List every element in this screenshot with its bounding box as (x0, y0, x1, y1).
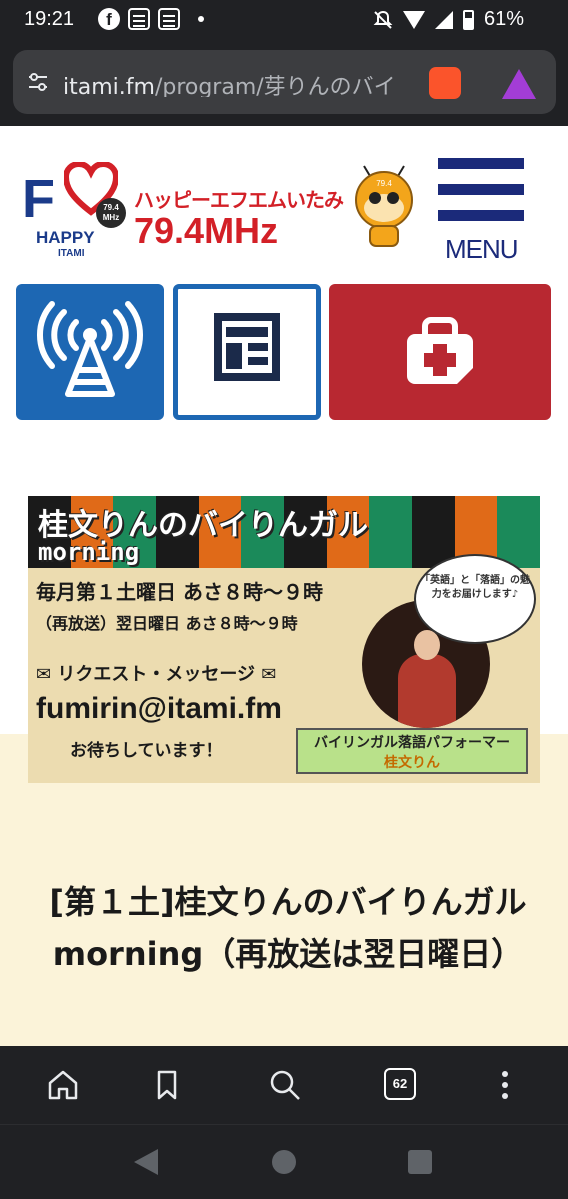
banner-rebroadcast: （再放送）翌日曜日 あさ８時～９時 (36, 614, 298, 633)
status-bar: 19:21 f 61% (0, 0, 568, 40)
more-options-icon[interactable] (488, 1068, 522, 1102)
cellular-signal-icon (434, 10, 453, 29)
banner-stripe (497, 496, 540, 568)
news-notification-icon (128, 8, 150, 30)
bookmark-icon[interactable] (150, 1068, 184, 1102)
status-time: 19:21 (24, 8, 75, 30)
tab-switcher-button[interactable]: 62 (384, 1068, 416, 1100)
site-settings-icon[interactable] (27, 71, 49, 93)
banner-stripe (369, 496, 413, 568)
browser-bottom-bar: 62 (0, 1046, 568, 1124)
browser-toolbar: itami.fm/program/芽りんのバイ (0, 40, 568, 126)
logo-itami: ITAMI (58, 248, 85, 259)
url-text[interactable]: itami.fm/program/芽りんのバイ (63, 69, 415, 97)
brave-shields-icon[interactable] (429, 67, 461, 99)
recent-apps-icon[interactable] (408, 1150, 432, 1174)
home-button-icon[interactable] (272, 1150, 296, 1174)
program-title: [第１土]桂文りんのバイりんガルmorning（再放送は翌日曜日） (49, 883, 527, 973)
news-notification-icon (158, 8, 180, 30)
first-aid-icon (407, 317, 473, 384)
address-bar[interactable]: itami.fm/program/芽りんのバイ (13, 50, 556, 114)
battery-icon (462, 9, 474, 30)
banner-waiting: お待ちしています！ (70, 741, 223, 761)
banner-request: ✉ リクエスト・メッセージ ✉ (36, 664, 277, 685)
menu-button[interactable]: MENU (438, 158, 524, 268)
performer-role: バイリンガル落語パフォーマー (314, 735, 510, 751)
banner-request-label: リクエスト・メッセージ (57, 664, 255, 685)
search-icon[interactable] (268, 1068, 302, 1102)
listen-live-tile[interactable] (16, 284, 164, 420)
logo-badge: 79.4 MHz (96, 198, 126, 228)
hamburger-line-icon (438, 184, 524, 195)
logo-happy: HAPPY (36, 228, 95, 247)
hamburger-line-icon (438, 210, 524, 221)
program-banner[interactable]: 桂文りんのバイりんガル morning 毎月第１土曜日 あさ８時～９時 （再放送… (28, 496, 540, 783)
battery-percent: 61% (483, 8, 524, 30)
site-logo[interactable]: F 79.4 MHz HAPPY ITAMI ハッピーエフエムいたみ 79.4M… (22, 162, 344, 262)
mute-bell-icon (373, 10, 393, 29)
wifi-icon (402, 10, 425, 29)
mascot-icon: 79.4 (355, 165, 413, 247)
performer-name: 桂文りん (384, 755, 440, 771)
hamburger-line-icon (438, 158, 524, 169)
back-icon[interactable] (134, 1149, 158, 1175)
station-frequency: 79.4MHz (134, 210, 279, 251)
home-icon[interactable] (46, 1068, 80, 1102)
notification-icons: f (98, 8, 204, 30)
brave-rewards-icon[interactable] (502, 69, 536, 99)
performer-face (414, 630, 440, 660)
mascot-badge: 79.4 (376, 179, 392, 188)
emergency-tile[interactable] (329, 284, 551, 420)
performer-body (398, 654, 456, 728)
station-name: ハッピーエフエムいたみ (134, 188, 344, 212)
banner-email: fumirin@itami.fm (36, 692, 282, 725)
speech-bubble: 「英語」と「落語」の魅力をお届けします♪ (414, 554, 536, 644)
banner-schedule: 毎月第１土曜日 あさ８時～９時 (36, 580, 323, 604)
url-domain: itami.fm (63, 75, 155, 97)
news-layout-icon (214, 313, 280, 381)
system-indicators: 61% (373, 8, 524, 31)
web-page: F 79.4 MHz HAPPY ITAMI ハッピーエフエムいたみ 79.4M… (0, 126, 568, 1046)
more-notifications-dot-icon (198, 16, 204, 22)
performer-scroll: バイリンガル落語パフォーマー 桂文りん (296, 728, 528, 774)
radio-tower-icon (37, 301, 143, 397)
system-navigation-bar (0, 1124, 568, 1199)
menu-label: MENU (445, 234, 519, 264)
url-path: /program/芽りんのバイ (154, 75, 396, 97)
news-tile[interactable] (173, 284, 321, 420)
banner-subtitle: morning (38, 538, 140, 566)
facebook-icon: f (98, 8, 120, 30)
logo-letter: F (22, 169, 55, 229)
